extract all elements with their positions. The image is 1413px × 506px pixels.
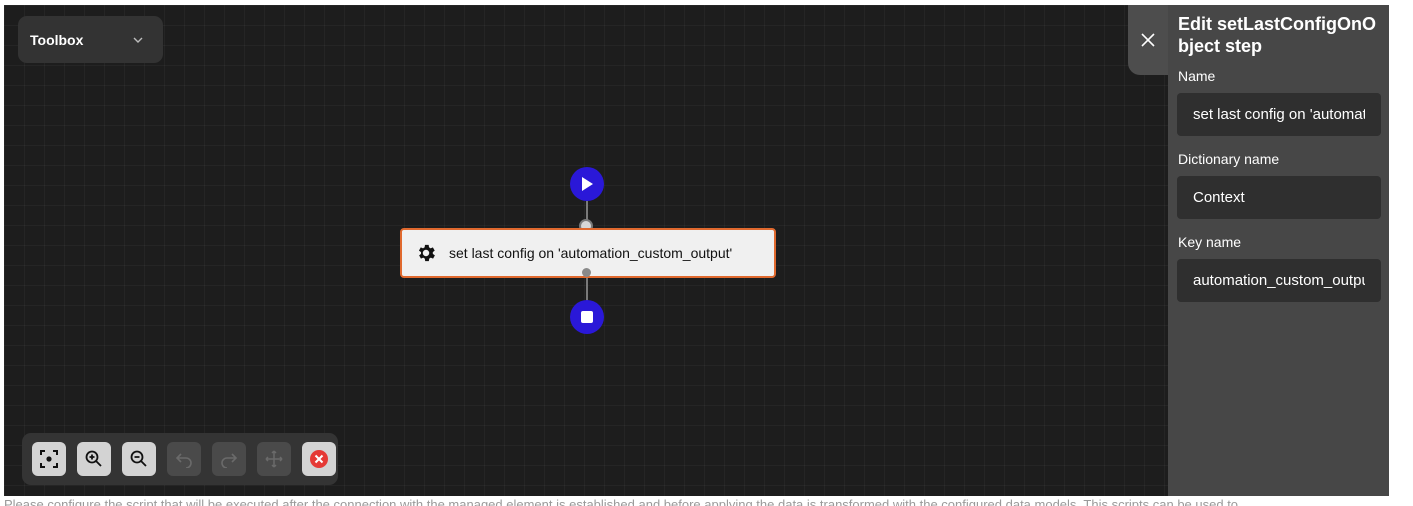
redo-button[interactable] (212, 442, 246, 476)
script-description-text: Please configure the script that will be… (4, 497, 1239, 506)
chevron-down-icon (131, 33, 145, 47)
move-icon (265, 450, 283, 468)
undo-icon (175, 453, 192, 468)
panel-title: Edit setLastConfigOnObject step (1178, 14, 1376, 56)
close-circle-icon (310, 450, 328, 468)
name-field[interactable] (1177, 93, 1381, 136)
fit-view-button[interactable] (32, 442, 66, 476)
zoom-in-button[interactable] (77, 442, 111, 476)
edit-step-panel: Edit setLastConfigOnObject step Name Dic… (1168, 5, 1389, 496)
step-output-port[interactable] (582, 268, 591, 277)
redo-icon (221, 453, 238, 468)
dictionary-name-field[interactable] (1177, 176, 1381, 219)
zoom-out-icon (130, 450, 147, 467)
key-name-field[interactable] (1177, 259, 1381, 302)
end-node[interactable] (570, 300, 604, 334)
zoom-out-button[interactable] (122, 442, 156, 476)
gear-icon (414, 241, 438, 265)
key-name-label: Key name (1178, 234, 1242, 250)
zoom-in-icon (85, 450, 102, 467)
dictionary-name-label: Dictionary name (1178, 151, 1280, 167)
close-icon (1141, 33, 1155, 47)
close-panel-button[interactable] (1128, 5, 1168, 75)
start-node[interactable] (570, 167, 604, 201)
canvas-controls (22, 433, 338, 485)
toolbox-dropdown[interactable]: Toolbox (18, 16, 163, 63)
stop-icon (581, 311, 593, 323)
step-label: set last config on 'automation_custom_ou… (449, 245, 733, 261)
delete-button[interactable] (302, 442, 336, 476)
toolbox-label: Toolbox (30, 31, 84, 48)
play-icon (582, 177, 593, 191)
name-label: Name (1178, 68, 1216, 84)
move-button[interactable] (257, 442, 291, 476)
flow-canvas[interactable]: Toolbox set last config on 'automation_c… (4, 5, 1389, 496)
focus-frame-icon (40, 450, 58, 468)
undo-button[interactable] (167, 442, 201, 476)
script-description: Please configure the script that will be… (4, 496, 1389, 506)
